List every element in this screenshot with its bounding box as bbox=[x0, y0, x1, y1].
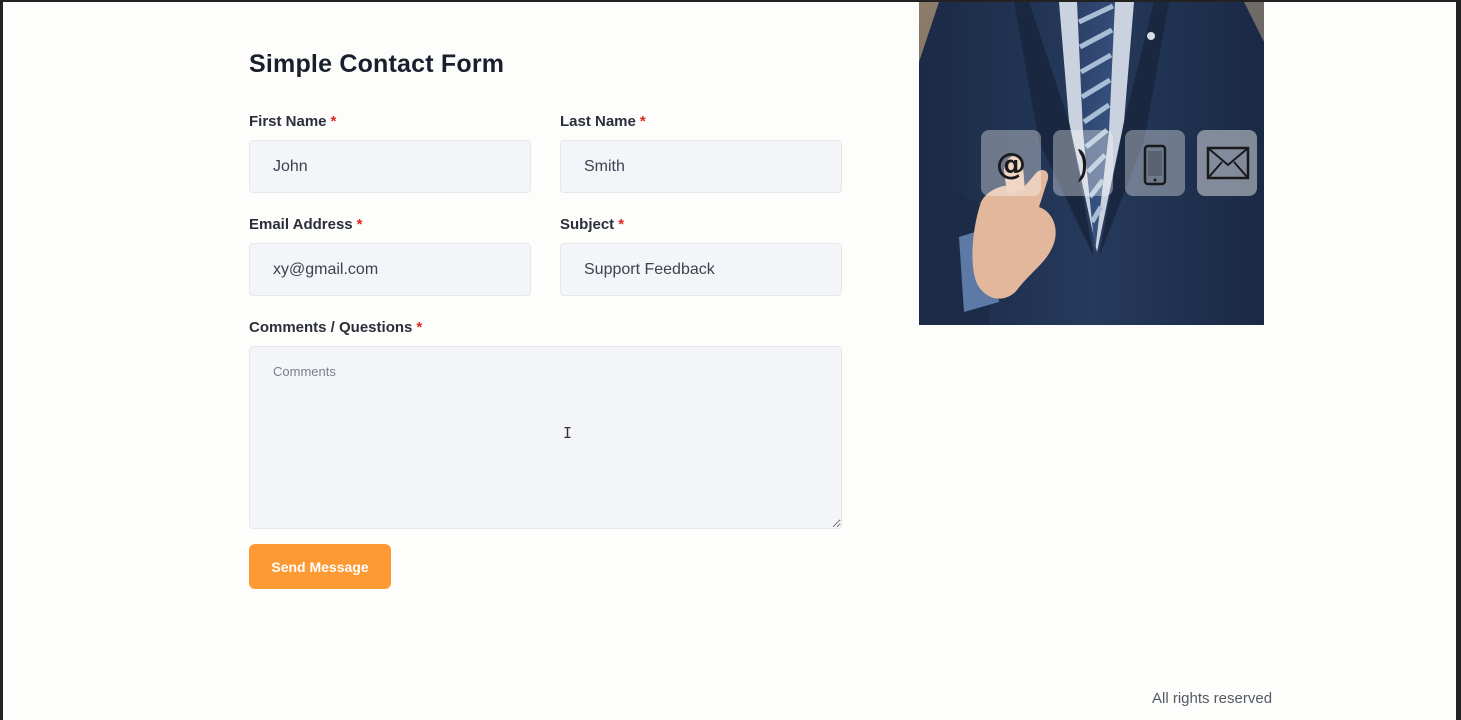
required-mark: * bbox=[639, 113, 646, 130]
comments-textarea[interactable] bbox=[249, 346, 842, 529]
first-name-input[interactable] bbox=[249, 140, 531, 193]
last-name-label: Last Name * bbox=[560, 113, 646, 130]
first-name-label-text: First Name bbox=[249, 113, 327, 130]
email-label: Email Address * bbox=[249, 216, 363, 233]
last-name-input[interactable] bbox=[560, 140, 842, 193]
subject-input[interactable] bbox=[560, 243, 842, 296]
required-mark: * bbox=[330, 113, 337, 130]
required-mark: * bbox=[416, 319, 423, 336]
email-label-text: Email Address bbox=[249, 216, 353, 233]
form-title: Simple Contact Form bbox=[249, 50, 505, 78]
at-sign-icon: @ bbox=[996, 147, 1026, 182]
businessman-photo: @ bbox=[919, 2, 1264, 325]
first-name-label: First Name * bbox=[249, 113, 336, 130]
comments-label: Comments / Questions * bbox=[249, 319, 422, 336]
subject-label-text: Subject bbox=[560, 216, 615, 233]
subject-label: Subject * bbox=[560, 216, 624, 233]
text-cursor-icon: I bbox=[563, 424, 573, 442]
footer-copyright: All rights reserved bbox=[1152, 690, 1273, 707]
send-message-button[interactable]: Send Message bbox=[249, 544, 391, 589]
last-name-label-text: Last Name bbox=[560, 113, 636, 130]
required-mark: * bbox=[356, 216, 363, 233]
email-input[interactable] bbox=[249, 243, 531, 296]
contact-hero-image: @ bbox=[919, 2, 1264, 325]
required-mark: * bbox=[618, 216, 625, 233]
comments-label-text: Comments / Questions bbox=[249, 319, 413, 336]
